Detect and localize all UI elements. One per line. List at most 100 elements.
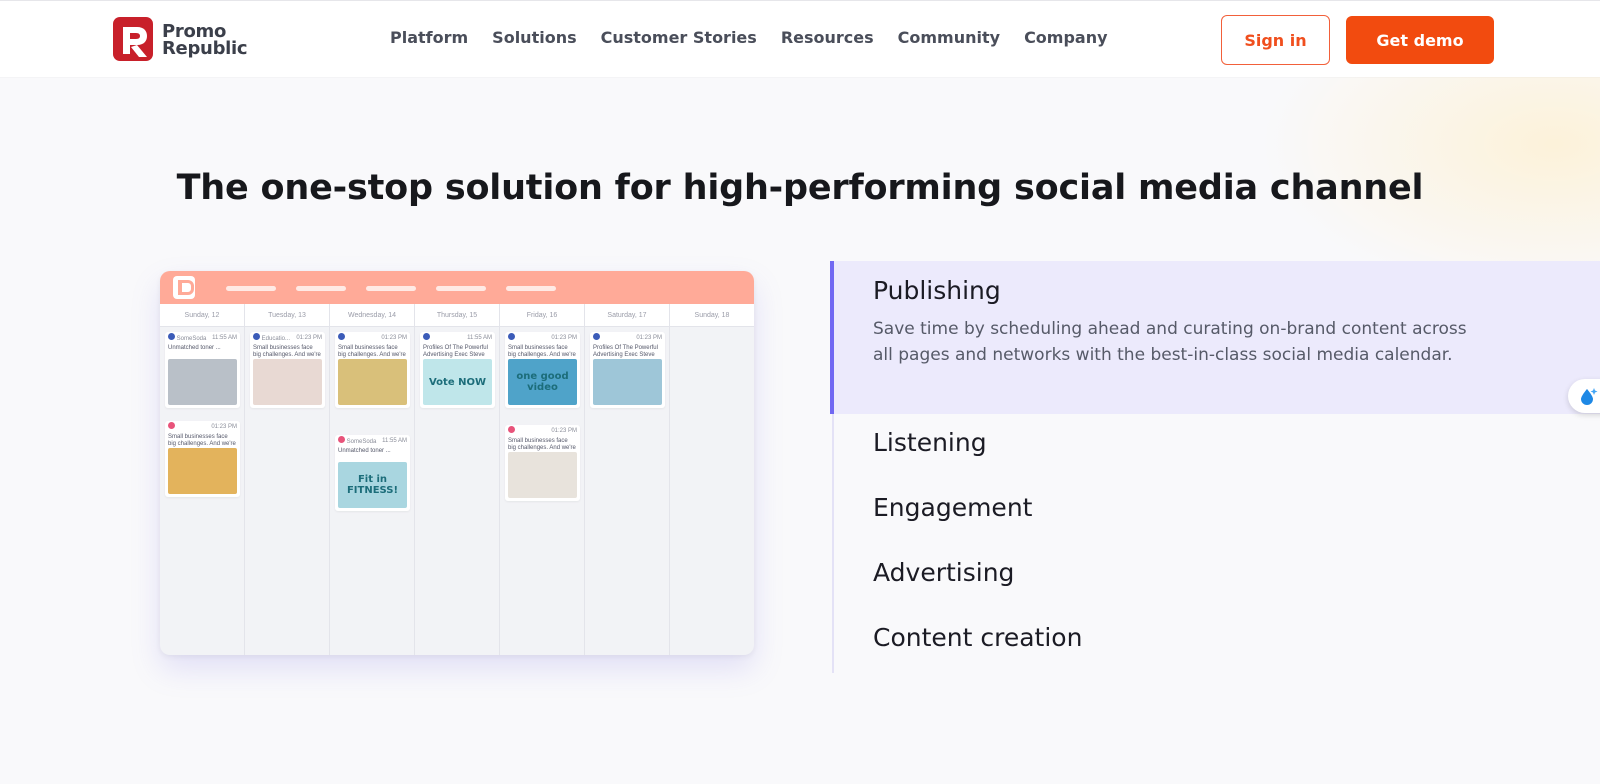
- sign-in-button[interactable]: Sign in: [1221, 15, 1330, 65]
- calendar-day-label: Sunday, 18: [670, 304, 754, 327]
- post-image: Vote NOW: [423, 359, 492, 405]
- calendar-day-label: Sunday, 12: [160, 304, 244, 327]
- get-demo-button[interactable]: Get demo: [1346, 16, 1494, 64]
- facebook-icon: [338, 333, 345, 340]
- post-text: Small businesses face big challenges. An…: [168, 434, 236, 447]
- nav-resources[interactable]: Resources: [781, 28, 874, 47]
- calendar-column: Tuesday, 13 Educatio... 01:23 PM Small bus…: [245, 304, 330, 655]
- mockup-calendar-grid: Sunday, 12 SomeSoda 11:55 AM Unmatched ton…: [160, 304, 754, 655]
- post-image: Fit in FITNESS!: [338, 462, 407, 508]
- calendar-day-label: Wednesday, 14: [330, 304, 414, 327]
- post-time: 01:23 PM: [551, 334, 577, 341]
- calendar-column: Thursday, 15 11:55 AM Profiles Of The Powe…: [415, 304, 500, 655]
- calendar-post-card: 01:23 PM Small businesses face big challe…: [165, 421, 240, 497]
- main-nav: Platform Solutions Customer Stories Reso…: [390, 28, 1132, 47]
- mockup-menu-placeholder: [226, 286, 276, 291]
- nav-customer-stories[interactable]: Customer Stories: [601, 28, 757, 47]
- post-header: 01:23 PM: [505, 425, 580, 436]
- page-title: The one-stop solution for high-performin…: [176, 168, 1424, 208]
- post-header: SomeSoda 11:55 AM: [335, 435, 410, 446]
- post-image: [508, 452, 577, 498]
- post-image: [168, 448, 237, 494]
- feature-advertising[interactable]: Advertising: [873, 558, 1014, 587]
- calendar-post-card: SomeSoda 11:55 AM Unmatched toner ...: [165, 332, 240, 408]
- post-time: 11:55 AM: [212, 334, 237, 341]
- social-network-icon: Educatio...: [253, 333, 290, 342]
- post-header: 01:23 PM: [335, 332, 410, 343]
- instagram-icon: [508, 426, 515, 433]
- post-author: SomeSoda: [345, 439, 377, 445]
- feature-publishing[interactable]: Publishing: [873, 276, 1001, 305]
- instagram-icon: [338, 436, 345, 443]
- social-network-icon: [168, 422, 175, 431]
- post-header: 01:23 PM: [505, 332, 580, 343]
- mockup-menu-placeholder: [366, 286, 416, 291]
- post-text: Small businesses face big challenges. An…: [338, 345, 406, 358]
- brand-logo[interactable]: Promo Republic: [113, 17, 263, 63]
- post-header: 11:55 AM: [420, 332, 495, 343]
- social-network-icon: [508, 426, 515, 435]
- site-header: Promo Republic Platform Solutions Custom…: [0, 0, 1600, 77]
- calendar-post-card: 01:23 PM Profiles Of The Powerful Adverti…: [590, 332, 665, 408]
- social-network-icon: SomeSoda: [168, 333, 206, 342]
- facebook-icon: [508, 333, 515, 340]
- nav-community[interactable]: Community: [898, 28, 1000, 47]
- post-image: one good video: [508, 359, 577, 405]
- feature-engagement[interactable]: Engagement: [873, 493, 1032, 522]
- post-text: Unmatched toner ...: [168, 345, 221, 351]
- calendar-post-card: 01:23 PM Small businesses face big challe…: [505, 332, 580, 408]
- calendar-mockup: Sunday, 12 SomeSoda 11:55 AM Unmatched ton…: [160, 271, 754, 655]
- calendar-day-label: Thursday, 15: [415, 304, 499, 327]
- post-text: Profiles Of The Powerful Advertising Exe…: [593, 345, 658, 358]
- post-header: Educatio... 01:23 PM: [250, 332, 325, 343]
- post-author: Educatio...: [260, 336, 291, 342]
- calendar-day-label: Saturday, 17: [585, 304, 669, 327]
- calendar-post-card: 01:23 PM Small businesses face big challe…: [505, 425, 580, 501]
- post-text: Profiles Of The Powerful Advertising Exe…: [423, 345, 488, 358]
- feature-listening[interactable]: Listening: [873, 428, 987, 457]
- mockup-menu-placeholder: [436, 286, 486, 291]
- calendar-column: Saturday, 17 01:23 PM Profiles Of The Powe…: [585, 304, 670, 655]
- calendar-column: Sunday, 18: [670, 304, 754, 655]
- calendar-column: Sunday, 12 SomeSoda 11:55 AM Unmatched ton…: [160, 304, 245, 655]
- nav-solutions[interactable]: Solutions: [492, 28, 576, 47]
- calendar-post-card: SomeSoda 11:55 AM Unmatched toner ... Fit i…: [335, 435, 410, 511]
- brand-name-line2: Republic: [162, 38, 248, 59]
- brand-name: Promo Republic: [162, 23, 248, 59]
- feature-publishing-description: Save time by scheduling ahead and curati…: [873, 319, 1467, 365]
- post-time: 01:23 PM: [636, 334, 662, 341]
- calendar-column: Wednesday, 14 01:23 PM Small businesses fa…: [330, 304, 415, 655]
- post-time: 01:23 PM: [551, 427, 577, 434]
- calendar-post-card: 01:23 PM Small businesses face big challe…: [335, 332, 410, 408]
- post-text: Unmatched toner ...: [338, 448, 391, 454]
- post-image: [593, 359, 662, 405]
- nav-platform[interactable]: Platform: [390, 28, 468, 47]
- post-author: SomeSoda: [175, 336, 207, 342]
- mockup-menu-placeholder: [296, 286, 346, 291]
- social-network-icon: [338, 333, 345, 342]
- promorepublic-logo-icon: [113, 17, 155, 63]
- instagram-icon: [168, 422, 175, 429]
- calendar-post-card: Educatio... 01:23 PM Small businesses face…: [250, 332, 325, 408]
- social-network-icon: [423, 333, 430, 342]
- post-header: 01:23 PM: [165, 421, 240, 432]
- facebook-icon: [168, 333, 175, 340]
- post-text: Small businesses face big challenges. An…: [508, 438, 576, 451]
- post-time: 11:55 AM: [382, 437, 407, 444]
- post-time: 01:23 PM: [381, 334, 407, 341]
- calendar-day-label: Friday, 16: [500, 304, 584, 327]
- social-network-icon: SomeSoda: [338, 436, 376, 445]
- social-network-icon: [593, 333, 600, 342]
- accessibility-widget[interactable]: [1568, 379, 1600, 413]
- calendar-day-label: Tuesday, 13: [245, 304, 329, 327]
- facebook-icon: [593, 333, 600, 340]
- post-header: SomeSoda 11:55 AM: [165, 332, 240, 343]
- post-header: 01:23 PM: [590, 332, 665, 343]
- social-network-icon: [508, 333, 515, 342]
- feature-content-creation[interactable]: Content creation: [873, 623, 1082, 652]
- mockup-menu-placeholder: [506, 286, 556, 291]
- post-time: 01:23 PM: [296, 334, 322, 341]
- nav-company[interactable]: Company: [1024, 28, 1107, 47]
- post-text: Small businesses face big challenges. An…: [253, 345, 321, 358]
- post-time: 11:55 AM: [467, 334, 492, 341]
